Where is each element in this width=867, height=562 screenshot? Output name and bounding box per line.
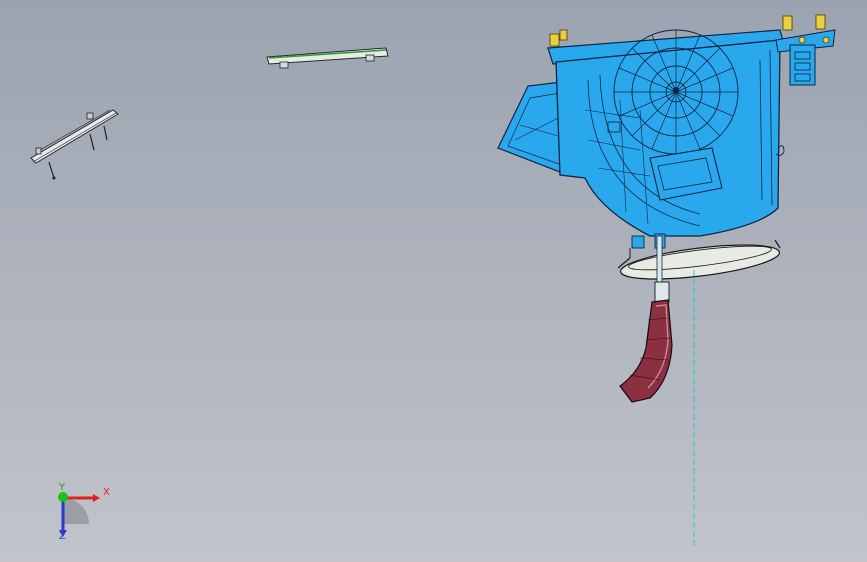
triad-z-label: Z [59, 531, 66, 542]
blower-housing-assembly[interactable] [497, 14, 836, 249]
triad-y-label: Y [59, 482, 66, 493]
cad-model-scene[interactable] [0, 0, 867, 562]
outlet-duct[interactable] [619, 299, 673, 403]
triad-x-label: X [103, 487, 110, 498]
mounting-bracket-top[interactable] [266, 47, 389, 69]
rail-part-left[interactable] [30, 109, 119, 180]
cad-3d-viewport[interactable]: X Y Z [0, 0, 867, 562]
